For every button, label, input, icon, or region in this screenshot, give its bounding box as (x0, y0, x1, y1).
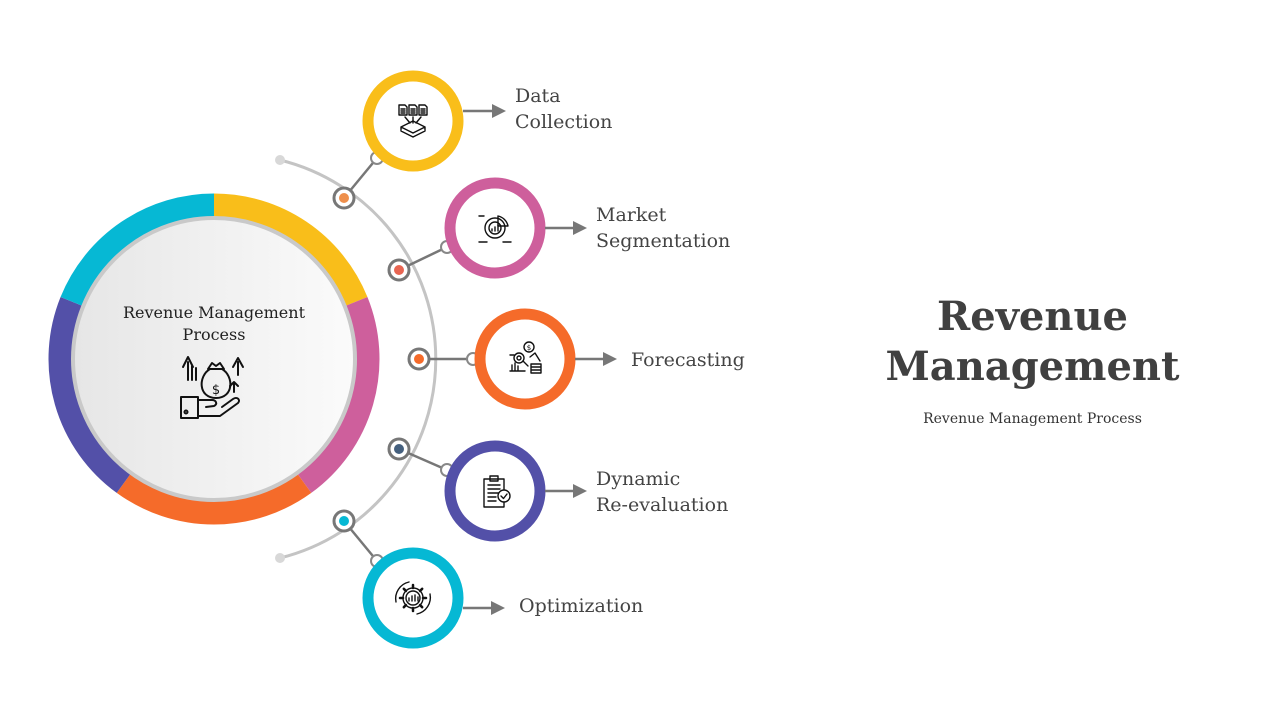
step-market-segmentation (387, 177, 587, 282)
arc-node-dot (339, 516, 349, 526)
step-label-data-collection: Data Collection (515, 85, 613, 133)
svg-text:$: $ (527, 344, 531, 352)
arc-node-dot (339, 193, 349, 203)
arc-node-dot (394, 444, 404, 454)
step-label-dynamic-re-evaluation: Dynamic Re-evaluation (596, 468, 729, 516)
arrow-head-icon (573, 221, 587, 235)
step-label-optimization: Optimization (519, 595, 644, 617)
arc-node-dot (414, 354, 424, 364)
step-dynamic-re-evaluation (387, 437, 587, 542)
arrow-head-icon (491, 601, 505, 615)
center-title: Revenue Management Process (122, 303, 306, 344)
svg-text:$: $ (212, 383, 220, 398)
arrow-head-icon (573, 484, 587, 498)
page-title-line-1: Revenue (937, 293, 1128, 340)
step-forecasting: $ (407, 308, 617, 410)
step-circle (474, 308, 576, 410)
page-subtitle: Revenue Management Process (923, 411, 1142, 427)
arc-node-dot (394, 265, 404, 275)
arrow-head-icon (603, 352, 617, 366)
arc-end-dot (275, 155, 285, 165)
arc-end-dot (275, 553, 285, 563)
step-label-market-segmentation: Market Segmentation (596, 204, 731, 252)
step-circle (362, 547, 464, 649)
page-title-line-2: Management (885, 343, 1180, 390)
page-title: Revenue Management (860, 292, 1205, 392)
step-circle (444, 440, 546, 542)
center-disc (71, 216, 357, 502)
step-label-forecasting: Forecasting (631, 349, 745, 371)
arrow-head-icon (492, 104, 506, 118)
